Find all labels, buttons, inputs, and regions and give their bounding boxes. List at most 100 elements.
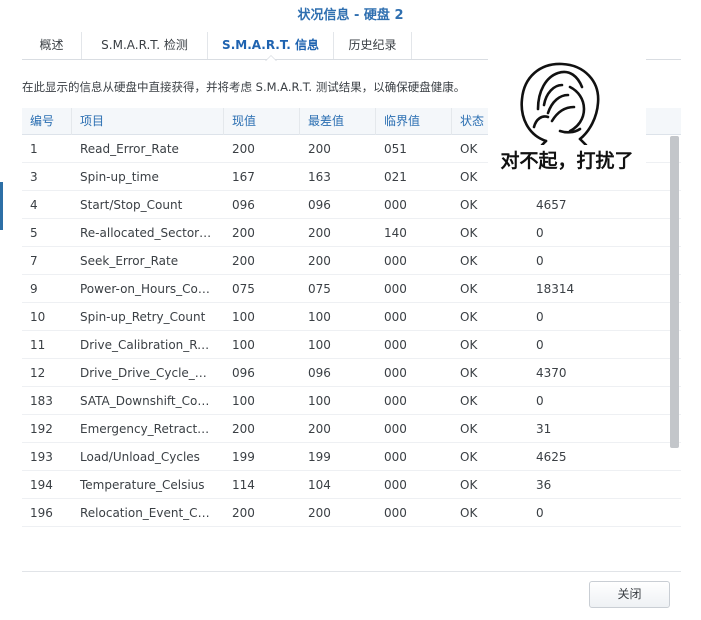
cell-status: OK (460, 282, 478, 296)
cell-threshold: 000 (384, 394, 407, 408)
tab-history[interactable]: 历史纪录 (334, 32, 412, 59)
cell-worst: 100 (308, 310, 331, 324)
cell-raw: 4370 (536, 366, 567, 380)
table-scrollbar[interactable] (670, 136, 679, 448)
cell-raw: 0 (536, 506, 544, 520)
cell-worst: 200 (308, 226, 331, 240)
cell-id: 183 (30, 394, 53, 408)
cell-item: Drive_Drive_Cycle_Count (80, 366, 212, 380)
table-row[interactable]: 196 Relocation_Event_Count 200 200 000 OK 0 (22, 499, 681, 527)
cell-raw: 31 (536, 422, 552, 436)
cell-raw: 0 (536, 310, 544, 324)
cell-current: 100 (232, 338, 255, 352)
cell-raw: 0 (536, 226, 544, 240)
cell-item: Drive_Calibration_Retry_Count (80, 338, 212, 352)
cell-status: OK (460, 338, 478, 352)
table-row[interactable]: 7 Seek_Error_Rate 200 200 000 OK 0 (22, 247, 681, 275)
cell-item: SATA_Downshift_Count (80, 394, 212, 408)
cell-status: OK (460, 198, 478, 212)
column-header-item[interactable]: 项目 (72, 108, 224, 135)
cell-threshold: 000 (384, 478, 407, 492)
meme-caption: 对不起，打扰了 (500, 150, 634, 172)
cell-threshold: 000 (384, 422, 407, 436)
cell-current: 100 (232, 394, 255, 408)
cell-worst: 200 (308, 506, 331, 520)
tab-overview[interactable]: 概述 (22, 32, 82, 59)
table-row[interactable]: 194 Temperature_Celsius 114 104 000 OK 36 (22, 471, 681, 499)
tab-smart-test[interactable]: S.M.A.R.T. 检测 (82, 32, 208, 59)
table-row[interactable]: 193 Load/Unload_Cycles 199 199 000 OK 4625 (22, 443, 681, 471)
cell-status: OK (460, 254, 478, 268)
cell-status: OK (460, 506, 478, 520)
table-row[interactable]: 11Drive_Calibration_Retry_Count100100000… (22, 331, 681, 359)
table-row[interactable]: 192 Emergency_Retract_Count 200 200 000 OK 31 (22, 415, 681, 443)
cell-worst: 100 (308, 394, 331, 408)
cell-id: 194 (30, 478, 53, 492)
cell-current: 200 (232, 142, 255, 156)
cell-status: OK (460, 226, 478, 240)
cell-threshold: 000 (384, 198, 407, 212)
column-header-current[interactable]: 现值 (224, 108, 300, 135)
cell-worst: 200 (308, 422, 331, 436)
cell-current: 199 (232, 450, 255, 464)
cell-raw: 0 (536, 254, 544, 268)
cell-current: 200 (232, 506, 255, 520)
cell-item: Start/Stop_Count (80, 198, 183, 212)
cell-threshold: 000 (384, 366, 407, 380)
cell-id: 3 (30, 170, 38, 184)
cell-threshold: 051 (384, 142, 407, 156)
cell-current: 075 (232, 282, 255, 296)
table-body: 1 Read_Error_Rate 200 200 051 OK 3 Spin-up_time… (22, 135, 681, 527)
cell-id: 9 (30, 282, 38, 296)
column-header-worst[interactable]: 最差值 (300, 108, 376, 135)
cell-id: 12 (30, 366, 46, 380)
cell-raw: 0 (536, 338, 544, 352)
table-row[interactable]: 5 Re-allocated_Sector_Count 200 200 140 OK 0 (22, 219, 681, 247)
cell-threshold: 000 (384, 282, 407, 296)
cell-threshold: 000 (384, 506, 407, 520)
table-row[interactable]: 183 SATA_Downshift_Count 100 100 000 OK 0 (22, 387, 681, 415)
cell-current: 100 (232, 310, 255, 324)
cell-threshold: 140 (384, 226, 407, 240)
cell-item: Spin-up_time (80, 170, 159, 184)
cell-status: OK (460, 394, 478, 408)
cell-status: OK (460, 310, 478, 324)
cell-current: 096 (232, 198, 255, 212)
cell-item: Relocation_Event_Count (80, 506, 212, 520)
cell-status: OK (460, 366, 478, 380)
cell-status: OK (460, 422, 478, 436)
meme-sticker: 对不起，打扰了 (488, 47, 646, 179)
window-edge-highlight (0, 182, 3, 230)
cell-worst: 163 (308, 170, 331, 184)
table-row[interactable]: 4 Start/Stop_Count 096 096 000 OK 4657 (22, 191, 681, 219)
cell-id: 192 (30, 422, 53, 436)
tab-smart-info-label: S.M.A.R.T. 信息 (222, 38, 319, 52)
table-row[interactable]: 9 Power-on_Hours_Count 075 075 000 OK 18314 (22, 275, 681, 303)
column-header-threshold[interactable]: 临界值 (376, 108, 452, 135)
table-row[interactable]: 12 Drive_Drive_Cycle_Count 096 096 000 OK 4370 (22, 359, 681, 387)
facepalm-meme-icon (520, 62, 600, 147)
tab-smart-info[interactable]: S.M.A.R.T. 信息 (208, 32, 334, 61)
table-row[interactable]: 10 Spin-up_Retry_Count 100 100 000 OK 0 (22, 303, 681, 331)
close-button[interactable]: 关闭 (589, 581, 670, 608)
cell-worst: 200 (308, 254, 331, 268)
cell-status: OK (460, 450, 478, 464)
cell-item: Re-allocated_Sector_Count (80, 226, 212, 240)
cell-worst: 200 (308, 142, 331, 156)
cell-raw: 4657 (536, 198, 567, 212)
cell-current: 096 (232, 366, 255, 380)
cell-id: 4 (30, 198, 38, 212)
cell-current: 200 (232, 226, 255, 240)
cell-item: Seek_Error_Rate (80, 254, 179, 268)
cell-id: 5 (30, 226, 38, 240)
cell-id: 10 (30, 310, 46, 324)
cell-current: 167 (232, 170, 255, 184)
cell-worst: 075 (308, 282, 331, 296)
cell-item: Spin-up_Retry_Count (80, 310, 206, 324)
column-header-id[interactable]: 编号 (22, 108, 72, 135)
cell-item: Temperature_Celsius (80, 478, 205, 492)
cell-threshold: 000 (384, 338, 407, 352)
cell-worst: 199 (308, 450, 331, 464)
cell-id: 11 (30, 338, 46, 352)
footer-divider (22, 571, 681, 572)
